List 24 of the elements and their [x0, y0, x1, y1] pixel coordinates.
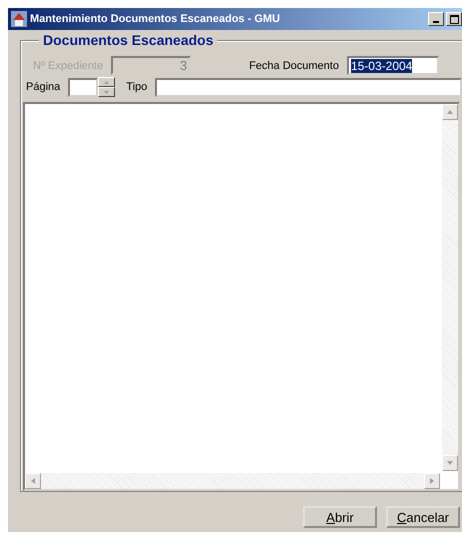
- input-field[interactable]: 15-03-2004: [346, 56, 439, 76]
- spin-up-button[interactable]: [98, 77, 116, 88]
- down-arrow-icon: [104, 90, 110, 94]
- horizontal-scrollbar[interactable]: [25, 473, 440, 489]
- scroll-left-icon[interactable]: [25, 473, 41, 489]
- scroll-up-icon[interactable]: [442, 104, 458, 120]
- input-field[interactable]: [155, 78, 462, 97]
- dialog-button[interactable]: Abrir: [303, 506, 377, 528]
- field-label: Página: [26, 81, 60, 94]
- input-field[interactable]: [68, 78, 98, 97]
- up-arrow-icon: [104, 80, 110, 84]
- field-label: Fecha Documento: [249, 60, 339, 72]
- group-title: Documentos Escaneados: [39, 32, 218, 48]
- scroll-down-icon[interactable]: [442, 455, 458, 471]
- scroll-right-icon[interactable]: [424, 473, 440, 489]
- dialog-button[interactable]: Cancelar: [386, 506, 460, 528]
- vertical-scrollbar[interactable]: [442, 104, 458, 471]
- window-title: Mantenimiento Documentos Escaneados - GMU: [30, 13, 281, 25]
- field-label: Tipo: [126, 81, 148, 94]
- minimize-button[interactable]: [428, 12, 444, 26]
- spin-down-button[interactable]: [98, 87, 116, 98]
- maximize-icon: [450, 14, 458, 24]
- app-icon: [11, 11, 27, 27]
- maximize-button[interactable]: [446, 12, 462, 26]
